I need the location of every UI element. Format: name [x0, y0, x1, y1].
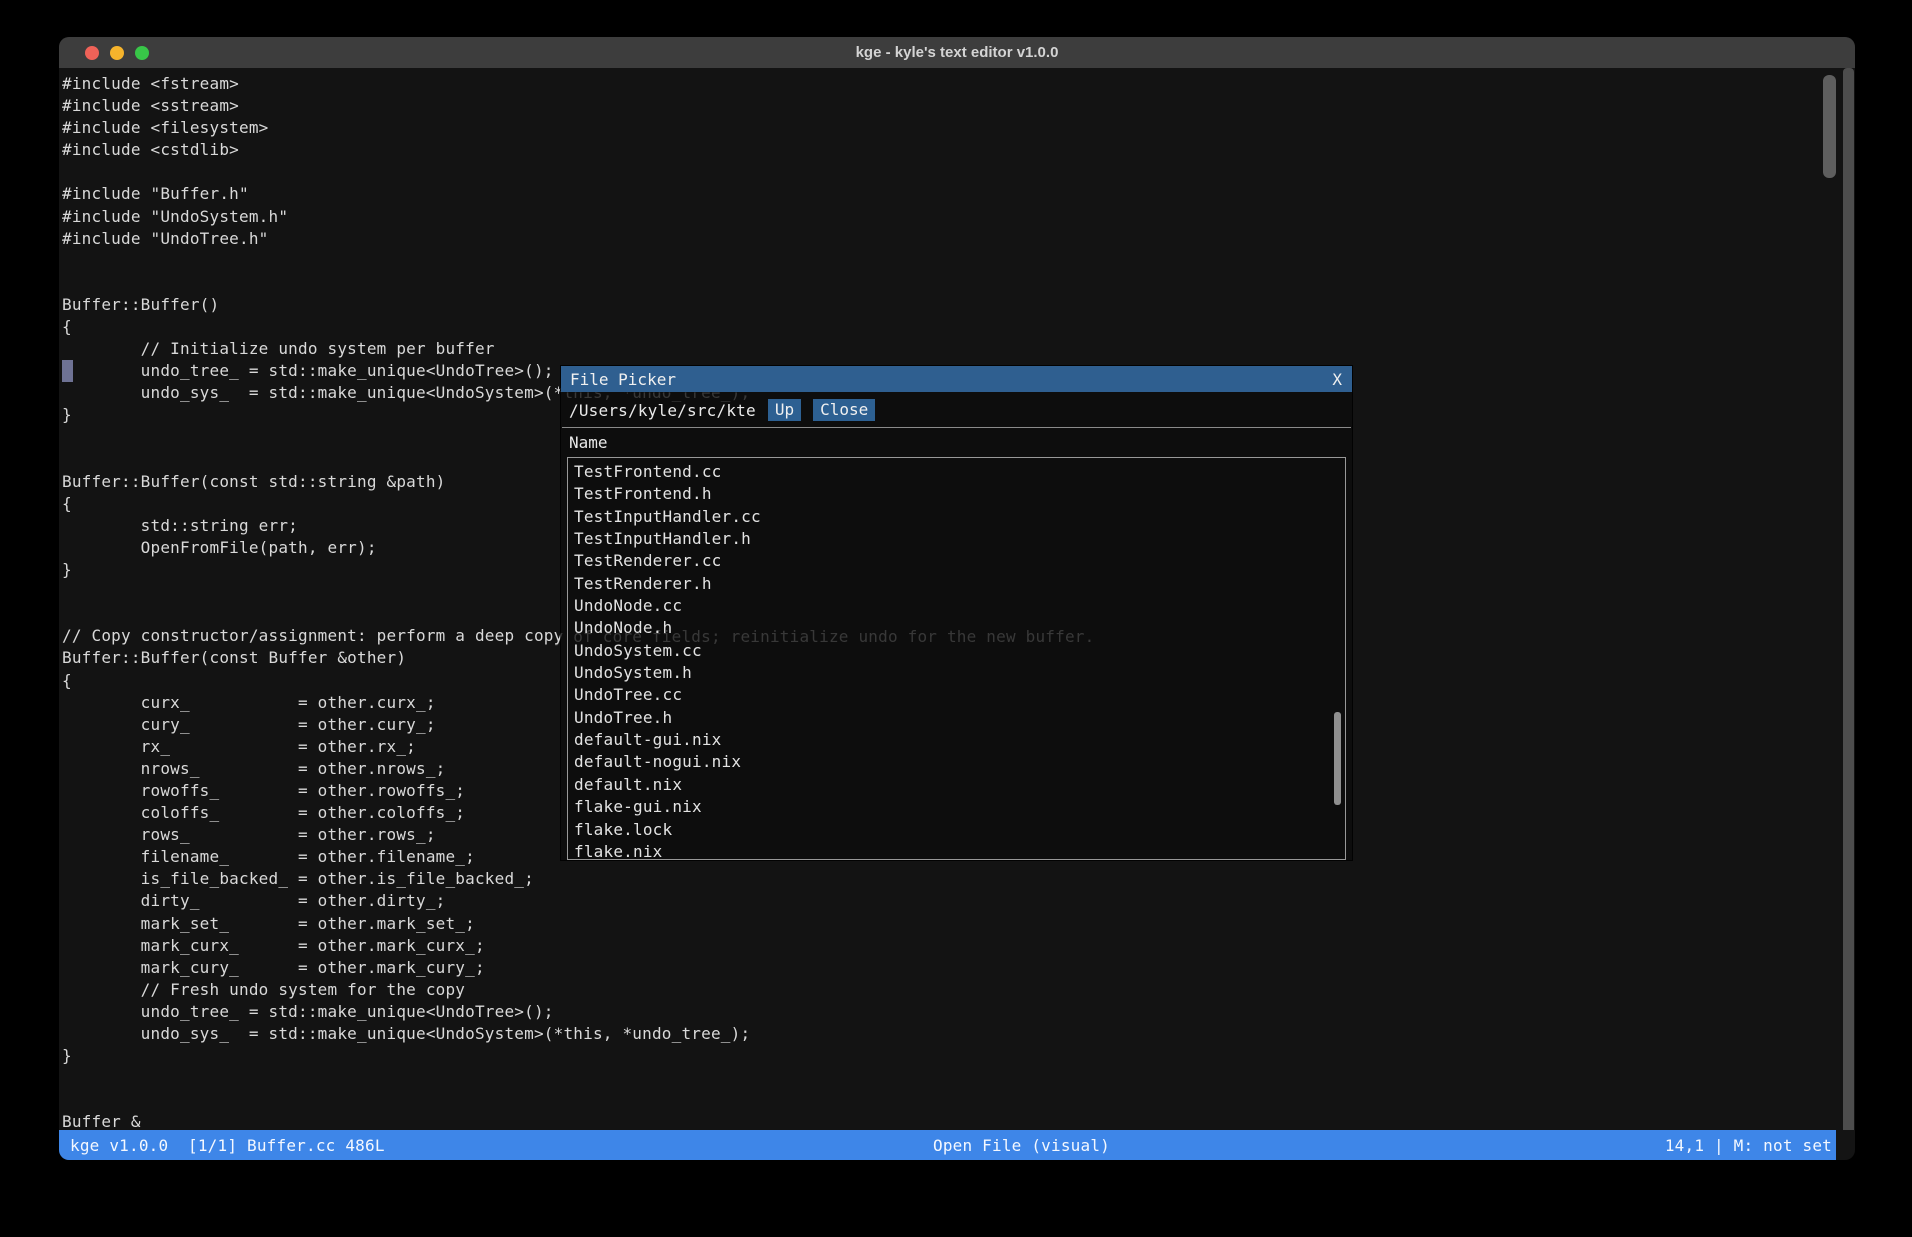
file-picker-title: File Picker [570, 370, 676, 389]
path-row: /Users/kyle/src/kte Up Close [561, 392, 1352, 427]
file-row[interactable]: TestFrontend.h [574, 483, 1345, 505]
minimize-window-icon[interactable] [110, 46, 124, 60]
editor-pane[interactable]: #include <fstream> #include <sstream> #i… [59, 68, 1855, 1130]
file-picker-titlebar[interactable]: File Picker X [561, 366, 1352, 392]
column-header-name: Name [561, 428, 1352, 455]
file-list-scrollbar-thumb[interactable] [1334, 712, 1341, 805]
window-title: kge - kyle's text editor v1.0.0 [856, 44, 1059, 61]
dialog-close-icon[interactable]: X [1332, 370, 1342, 389]
text-cursor [62, 360, 73, 382]
file-picker-dialog: File Picker X /Users/kyle/src/kte Up Clo… [561, 366, 1352, 860]
file-row[interactable]: TestRenderer.h [574, 573, 1345, 595]
file-row[interactable]: UndoSystem.cc [574, 640, 1345, 662]
close-window-icon[interactable] [85, 46, 99, 60]
file-row[interactable]: flake-gui.nix [574, 796, 1345, 818]
file-row[interactable]: default-nogui.nix [574, 751, 1345, 773]
status-bar: kge v1.0.0 [1/1] Buffer.cc 486L Open Fil… [59, 1130, 1836, 1160]
current-path: /Users/kyle/src/kte [569, 401, 756, 420]
status-mode: Open File (visual) [933, 1136, 1110, 1155]
file-row[interactable]: TestRenderer.cc [574, 550, 1345, 572]
zoom-window-icon[interactable] [135, 46, 149, 60]
editor-scrollbar-thumb[interactable] [1823, 75, 1836, 178]
window-titlebar: kge - kyle's text editor v1.0.0 [59, 37, 1855, 68]
file-row[interactable]: default.nix [574, 774, 1345, 796]
app-window: kge - kyle's text editor v1.0.0 #include… [59, 37, 1855, 1160]
file-list[interactable]: TestFrontend.ccTestFrontend.hTestInputHa… [567, 457, 1346, 860]
editor-scrollbar-track[interactable] [1843, 68, 1854, 1130]
file-row[interactable]: flake.lock [574, 819, 1345, 841]
file-row[interactable]: UndoTree.cc [574, 684, 1345, 706]
file-row[interactable]: UndoSystem.h [574, 662, 1345, 684]
file-row[interactable]: UndoTree.h [574, 707, 1345, 729]
close-button[interactable]: Close [813, 399, 875, 421]
file-row[interactable]: default-gui.nix [574, 729, 1345, 751]
file-row[interactable]: TestInputHandler.h [574, 528, 1345, 550]
file-row[interactable]: TestFrontend.cc [574, 461, 1345, 483]
file-row[interactable]: UndoNode.cc [574, 595, 1345, 617]
up-button[interactable]: Up [768, 399, 801, 421]
status-cursor-position: 14,1 | M: not set [1665, 1136, 1836, 1155]
file-row[interactable]: flake.nix [574, 841, 1345, 860]
file-row[interactable]: UndoNode.h [574, 617, 1345, 639]
file-row[interactable]: TestInputHandler.cc [574, 506, 1345, 528]
status-left: kge v1.0.0 [1/1] Buffer.cc 486L [59, 1136, 385, 1155]
